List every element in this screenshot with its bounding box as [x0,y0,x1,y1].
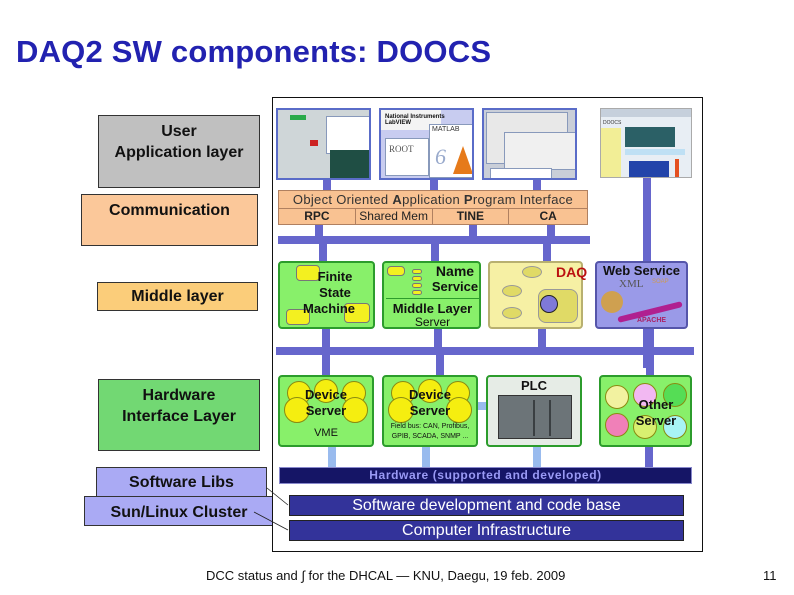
footer-text: DCC status and ∫ for the DHCAL — KNU, Da… [206,568,566,583]
page-number: 11 [763,568,777,583]
cluster-connector [253,511,289,531]
legend-connector-lines [253,487,289,531]
swlibs-connector [266,487,289,506]
